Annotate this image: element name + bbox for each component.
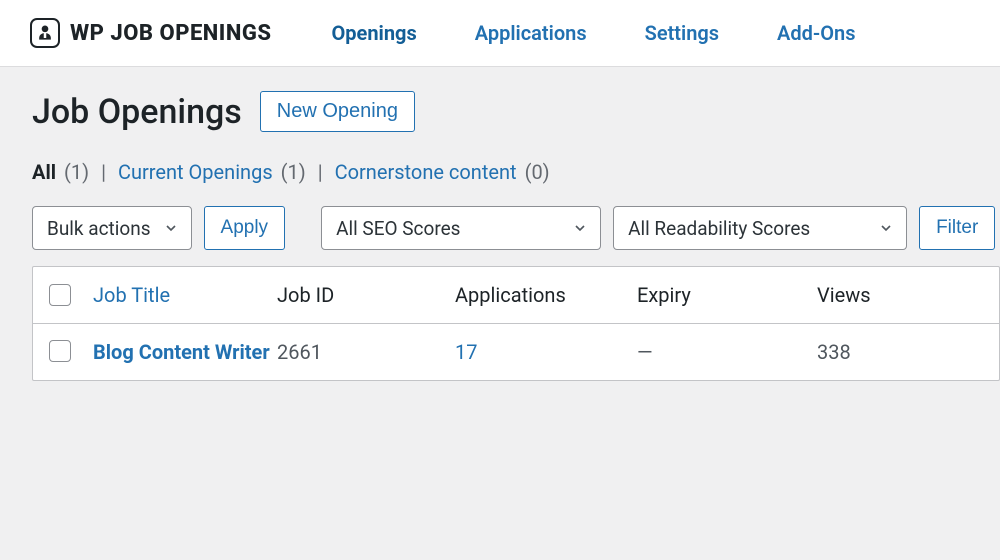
chevron-down-icon — [163, 220, 179, 236]
chevron-down-icon — [572, 220, 588, 236]
brand-logo: WP JOB OPENINGS — [30, 18, 271, 48]
filter-current-label[interactable]: Current Openings — [118, 160, 273, 184]
apply-button[interactable]: Apply — [204, 206, 286, 250]
row-views: 338 — [817, 340, 851, 364]
nav-applications[interactable]: Applications — [475, 21, 587, 45]
filter-all-count: (1) — [64, 160, 89, 184]
col-views: Views — [817, 283, 871, 307]
main-content: Job Openings New Opening All (1) | Curre… — [0, 67, 1000, 381]
brand-text: WP JOB OPENINGS — [70, 21, 271, 46]
readability-scores-label: All Readability Scores — [628, 217, 810, 240]
top-header: WP JOB OPENINGS Openings Applications Se… — [0, 0, 1000, 67]
chevron-down-icon — [878, 220, 894, 236]
bulk-actions-label: Bulk actions — [47, 217, 151, 240]
seo-scores-select[interactable]: All SEO Scores — [321, 206, 601, 250]
col-expiry: Expiry — [637, 283, 691, 307]
nav-openings[interactable]: Openings — [331, 21, 416, 45]
row-applications-link[interactable]: 17 — [455, 340, 477, 364]
filter-button[interactable]: Filter — [919, 206, 995, 250]
seo-scores-label: All SEO Scores — [336, 217, 460, 240]
col-job-id: Job ID — [277, 283, 334, 307]
page-title: Job Openings — [32, 92, 242, 132]
filter-current-count: (1) — [281, 160, 306, 184]
col-applications: Applications — [455, 283, 566, 307]
row-expiry: — — [637, 340, 653, 364]
col-job-title[interactable]: Job Title — [93, 283, 170, 307]
table-header-row: Job Title Job ID Applications Expiry Vie… — [33, 267, 999, 324]
filter-separator: | — [97, 160, 110, 184]
filter-separator: | — [314, 160, 327, 184]
filter-cornerstone-count: (0) — [525, 160, 550, 184]
bulk-actions-select[interactable]: Bulk actions — [32, 206, 192, 250]
nav-settings[interactable]: Settings — [645, 21, 719, 45]
filter-cornerstone-label[interactable]: Cornerstone content — [335, 160, 517, 184]
row-checkbox[interactable] — [49, 340, 71, 362]
jobs-table: Job Title Job ID Applications Expiry Vie… — [32, 266, 1000, 381]
row-title-link[interactable]: Blog Content Writer — [93, 340, 270, 364]
table-row: Blog Content Writer 2661 17 — 338 — [33, 324, 999, 380]
new-opening-button[interactable]: New Opening — [260, 91, 415, 132]
readability-scores-select[interactable]: All Readability Scores — [613, 206, 907, 250]
brand-icon — [30, 18, 60, 48]
main-nav: Openings Applications Settings Add-Ons — [331, 21, 855, 45]
controls-row: Bulk actions Apply All SEO Scores All Re… — [32, 206, 1000, 250]
page-header: Job Openings New Opening — [32, 91, 1000, 132]
filter-all-label[interactable]: All — [32, 160, 56, 184]
status-filters: All (1) | Current Openings (1) | Corners… — [32, 160, 1000, 184]
row-job-id: 2661 — [277, 340, 322, 364]
select-all-checkbox[interactable] — [49, 284, 71, 306]
nav-addons[interactable]: Add-Ons — [777, 21, 855, 45]
